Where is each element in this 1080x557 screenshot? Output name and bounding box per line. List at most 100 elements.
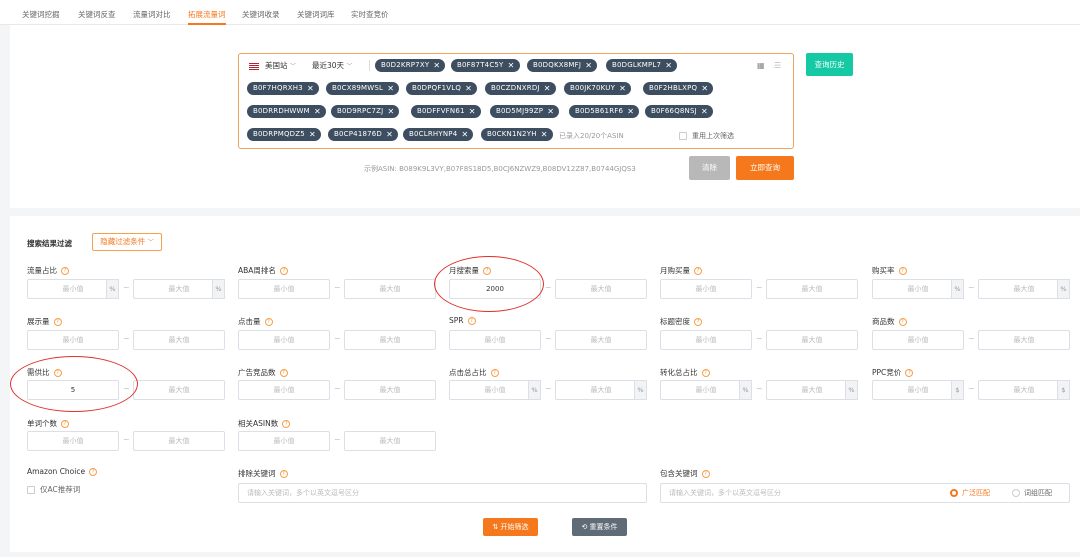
filter-icon: ⇅ [492,523,499,531]
query-history-button[interactable]: 查询历史 [806,53,853,76]
clicks-min-input[interactable]: 最小值 [238,330,330,350]
monthly-search-max-input[interactable]: 最大值 [555,279,647,299]
range-separator: ~ [545,283,552,292]
ad-competitors-max-input[interactable]: 最大值 [344,380,436,400]
percent-unit: % [951,279,964,299]
spr-min-input[interactable]: 最小值 [449,330,541,350]
asin-chip: B0F2HBLXPQ ✕ [643,82,714,95]
reset-filter-button[interactable]: ⟲ 重置条件 [572,518,627,536]
range-separator: ~ [334,283,341,292]
remove-chip-icon[interactable]: ✕ [544,82,551,95]
asin-chip: B0DRRDHWWM ✕ [247,105,326,118]
filter-title: 搜索结果过滤 [27,239,72,248]
dollar-unit: $ [1057,380,1070,400]
clicks-max-input[interactable]: 最大值 [344,330,436,350]
title-density-max-input[interactable]: 最大值 [766,330,858,350]
asin-chip: B0CX89MWSL ✕ [326,82,400,95]
phrase-match-radio[interactable]: 词组匹配 [1012,488,1052,498]
monthly-purchase-min-input[interactable]: 最小值 [660,279,752,299]
filter-label-amazon-choice: Amazon Choice? [27,467,98,476]
tab-bar: 关键词挖掘 关键词反查 流量词对比 拓展流量词 关键词收录 关键词词库 实时查竞… [0,0,1080,25]
grid-view-icon[interactable]: ▦ [757,61,765,70]
remove-chip-icon[interactable]: ✕ [465,82,472,95]
asin-chip: B0D2KRP7XY ✕ [375,59,446,72]
word-count-max-input[interactable]: 最大值 [133,431,225,451]
remove-chip-icon[interactable]: ✕ [461,128,468,141]
remove-chip-icon[interactable]: ✕ [314,105,321,118]
aba-rank-max-input[interactable]: 最大值 [344,279,436,299]
range-separator: ~ [334,334,341,343]
tab-keyword-mining[interactable]: 关键词挖掘 [22,0,60,25]
broad-match-radio[interactable]: 广泛匹配 [950,488,990,498]
remove-chip-icon[interactable]: ✕ [433,59,440,72]
remove-chip-icon[interactable]: ✕ [627,105,634,118]
filter-label-impressions: 展示量? [27,316,62,327]
marketplace-select[interactable]: 美国站 ﹀ [249,60,296,71]
filter-label-product-count: 商品数? [872,316,907,327]
remove-chip-icon[interactable]: ✕ [585,59,592,72]
remove-chip-icon[interactable]: ✕ [701,82,708,95]
remove-chip-icon[interactable]: ✕ [309,128,316,141]
tab-keyword-index[interactable]: 关键词收录 [242,0,280,25]
asin-chip: B0CZDNXRDJ ✕ [485,82,556,95]
product-count-max-input[interactable]: 最大值 [978,330,1070,350]
range-separator: ~ [334,435,341,444]
reuse-filter-checkbox[interactable]: 重用上次筛选 [679,131,734,141]
aba-rank-min-input[interactable]: 最小值 [238,279,330,299]
help-icon: ? [53,318,62,326]
include-keywords-input[interactable]: 请输入关键词，多个以英文逗号区分 [660,483,1070,503]
exclude-keywords-input[interactable]: 请输入关键词，多个以英文逗号区分 [238,483,647,503]
ad-competitors-min-input[interactable]: 最小值 [238,380,330,400]
annotation-circle [434,256,544,312]
tab-traffic-compare[interactable]: 流量词对比 [133,0,171,25]
clear-button[interactable]: 清除 [689,156,730,180]
title-density-min-input[interactable]: 最小值 [660,330,752,350]
remove-chip-icon[interactable]: ✕ [469,105,476,118]
remove-chip-icon[interactable]: ✕ [701,105,708,118]
impressions-max-input[interactable]: 最大值 [133,330,225,350]
remove-chip-icon[interactable]: ✕ [307,82,314,95]
remove-chip-icon[interactable]: ✕ [619,82,626,95]
asin-input-box[interactable]: 美国站 ﹀ 最近30天 ﹀ B0D2KRP7XY ✕ B0F87T4C5Y ✕ B0… [238,53,794,149]
filter-label-spr: SPR? [449,316,476,325]
monthly-purchase-max-input[interactable]: 最大值 [766,279,858,299]
asin-chip: B0CP41876D ✕ [328,128,399,141]
remove-chip-icon[interactable]: ✕ [508,59,515,72]
toggle-filter-button[interactable]: 隐藏过滤条件 ﹀ [92,233,162,251]
range-separator: ~ [968,384,975,393]
remove-chip-icon[interactable]: ✕ [386,128,393,141]
remove-chip-icon[interactable]: ✕ [387,105,394,118]
percent-unit: % [845,380,858,400]
start-filter-button[interactable]: ⇅ 开始筛选 [483,518,538,536]
filter-label-title-density: 标题密度? [660,316,702,327]
ac-only-checkbox[interactable]: 仅AC推荐词 [27,484,80,495]
help-icon: ? [694,267,702,275]
remove-chip-icon[interactable]: ✕ [387,82,394,95]
help-icon: ? [490,369,499,377]
related-asin-min-input[interactable]: 最小值 [238,431,330,451]
help-icon: ? [467,317,476,325]
spr-max-input[interactable]: 最大值 [555,330,647,350]
filter-label-click-share: 点击总占比? [449,367,499,378]
help-icon: ? [898,267,907,275]
remove-chip-icon[interactable]: ✕ [541,128,548,141]
related-asin-max-input[interactable]: 最大值 [344,431,436,451]
tab-expand-traffic[interactable]: 拓展流量词 [188,0,226,25]
list-view-icon[interactable]: ☰ [774,61,781,70]
tab-realtime-bid[interactable]: 实时查竞价 [351,0,389,25]
remove-chip-icon[interactable]: ✕ [665,59,672,72]
separator [369,60,370,71]
range-separator: ~ [334,384,341,393]
tab-keyword-reverse[interactable]: 关键词反查 [78,0,116,25]
asin-chip: B00JK70KUY ✕ [564,82,632,95]
word-count-min-input[interactable]: 最小值 [27,431,119,451]
period-select[interactable]: 最近30天 ﹀ [312,60,352,71]
product-count-min-input[interactable]: 最小值 [872,330,964,350]
reset-icon: ⟲ [581,523,588,531]
remove-chip-icon[interactable]: ✕ [547,105,554,118]
asin-chip: B0F7HQRXH3 ✕ [247,82,319,95]
impressions-min-input[interactable]: 最小值 [27,330,119,350]
supply-demand-max-input[interactable]: 最大值 [133,380,225,400]
tab-keyword-library[interactable]: 关键词词库 [297,0,335,25]
query-now-button[interactable]: 立即查询 [736,156,794,180]
